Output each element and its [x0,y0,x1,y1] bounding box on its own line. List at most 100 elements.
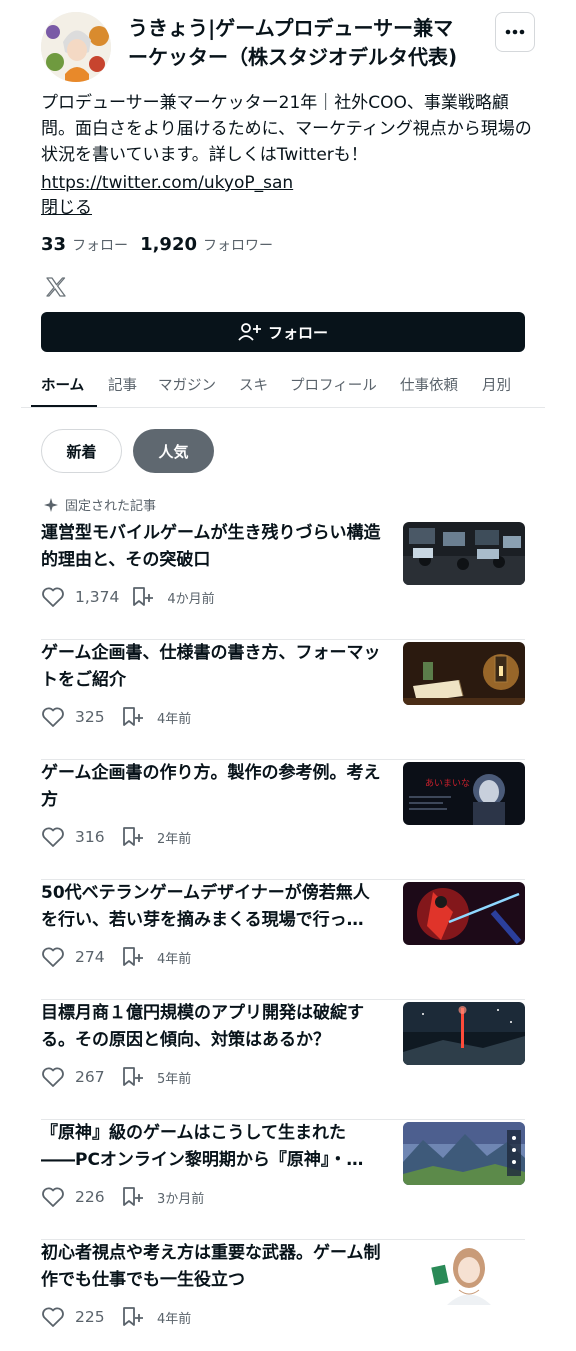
article-thumbnail[interactable] [403,522,525,585]
active-tab-indicator [31,405,97,407]
add-to-magazine-icon [123,1307,143,1326]
svg-text:あいまいな: あいまいな [425,778,470,789]
profile-header: うきょう|ゲームプロデューサー兼マーケッター（株スタジオデルタ代表) [41,12,535,84]
article-title[interactable]: 目標月商１億円規模のアプリ開発は破綻する。その原因と傾向、対策はあるか？ [41,1000,386,1054]
like-button[interactable] [41,706,65,728]
article-meta: 225 4年前 [41,1304,191,1330]
article-card[interactable]: 『原神』級のゲームはこうして生まれた――PCオンライン黎明期から『原神』・… 22… [41,1120,525,1240]
pinned-label-text: 固定された記事 [65,499,157,514]
article-card[interactable]: ゲーム企画書、仕様書の書き方、フォーマットをご紹介 325 4年前 [41,640,525,760]
add-to-magazine-button[interactable] [121,826,145,848]
collapse-bio-link[interactable]: 閉じる [41,195,92,221]
like-count: 225 [75,1308,105,1326]
twitter-link[interactable]: https://twitter.com/ukyoP_san [41,170,293,196]
follow-button[interactable]: フォロー [41,312,525,352]
profile-bio: プロデューサー兼マーケッター21年｜社外COO、事業戦略顧問。面白さをより届ける… [41,93,532,165]
avatar[interactable] [41,12,111,82]
like-button[interactable] [41,826,65,848]
like-button[interactable] [41,946,65,968]
article-meta: 267 5年前 [41,1064,191,1090]
article-date: 4年前 [157,951,192,967]
article-thumbnail[interactable]: あいまいな [403,762,525,825]
profile-name: うきょう|ゲームプロデューサー兼マーケッター（株スタジオデルタ代表) [128,16,458,69]
sparkle-icon [44,497,58,512]
article-card[interactable]: ゲーム企画書の作り方。製作の参考例。考え方 あいまいな 316 2年前 [41,760,525,880]
tab-monthly[interactable]: 月別 [482,374,511,395]
article-meta: 274 4年前 [41,944,191,970]
add-to-magazine-icon [123,707,143,726]
article-title[interactable]: 初心者視点や考え方は重要な武器。ゲーム制作でも仕事でも一生役立つ [41,1240,386,1294]
like-count: 274 [75,948,105,966]
follow-stats: 33 フォロー 1,920 フォロワー [41,234,285,260]
like-button[interactable] [41,1186,65,1208]
add-to-magazine-button[interactable] [121,946,145,968]
tab-home[interactable]: ホーム [41,374,84,395]
add-to-magazine-icon [133,587,154,606]
heart-icon [42,827,64,847]
like-button[interactable] [41,586,65,608]
article-thumbnail[interactable] [403,882,525,945]
like-button[interactable] [41,1066,65,1088]
filter-popular-chip[interactable]: 人気 [133,429,214,473]
article-title[interactable]: ゲーム企画書、仕様書の書き方、フォーマットをご紹介 [41,640,386,694]
article-title[interactable]: 『原神』級のゲームはこうして生まれた――PCオンライン黎明期から『原神』・… [41,1120,386,1174]
article-thumbnail[interactable] [403,642,525,705]
heart-icon [42,1067,64,1087]
heart-icon [42,1307,64,1327]
article-card[interactable]: 運営型モバイルゲームが生き残りづらい構造的理由と、その突破口 1,374 4か月前 [41,520,525,640]
heart-icon [42,587,64,607]
like-count: 226 [75,1188,105,1206]
article-title[interactable]: 50代ベテランゲームデザイナーが傍若無人を行い、若い芽を摘みまくる現場で行っ… [41,880,386,934]
following-label[interactable]: フォロー [72,235,128,255]
tab-work-requests[interactable]: 仕事依頼 [400,374,458,395]
x-icon[interactable] [45,276,67,298]
article-card[interactable]: 初心者視点や考え方は重要な武器。ゲーム制作でも仕事でも一生役立つ 225 4年前 [41,1240,525,1351]
tab-likes[interactable]: スキ [239,374,268,395]
heart-icon [42,1187,64,1207]
followers-count[interactable]: 1,920 [140,234,197,255]
add-to-magazine-button[interactable] [121,706,145,728]
article-card[interactable]: 50代ベテランゲームデザイナーが傍若無人を行い、若い芽を摘みまくる現場で行っ… 2… [41,880,525,1000]
add-to-magazine-button[interactable] [131,586,155,608]
article-date: 4年前 [157,1311,192,1327]
add-to-magazine-button[interactable] [121,1066,145,1088]
add-user-icon [238,323,261,341]
article-thumbnail[interactable] [403,1122,525,1185]
tab-magazines[interactable]: マガジン [158,374,216,395]
add-to-magazine-icon [123,1187,143,1206]
article-title[interactable]: ゲーム企画書の作り方。製作の参考例。考え方 [41,760,386,814]
add-to-magazine-button[interactable] [121,1306,145,1328]
article-date: 2年前 [157,831,192,847]
article-meta: 316 2年前 [41,824,191,850]
follow-button-label: フォロー [267,323,328,342]
article-date: 4年前 [157,711,192,727]
tab-articles[interactable]: 記事 [108,374,137,395]
following-count[interactable]: 33 [41,234,66,255]
profile-tabs: ホーム 記事 マガジン スキ プロフィール 仕事依頼 月別 [21,364,545,408]
article-card[interactable]: 目標月商１億円規模のアプリ開発は破綻する。その原因と傾向、対策はあるか？ 267 5… [41,1000,525,1120]
like-count: 325 [75,708,105,726]
heart-icon [42,947,64,967]
article-thumbnail[interactable] [403,1002,525,1065]
more-dots-icon [505,29,525,35]
article-thumbnail[interactable] [403,1242,525,1305]
article-date: 4か月前 [167,591,215,607]
add-to-magazine-icon [123,947,143,966]
article-meta: 1,374 4か月前 [41,584,215,610]
article-meta: 226 3か月前 [41,1184,204,1210]
add-to-magazine-icon [123,827,143,846]
pinned-label: 固定された記事 [44,495,156,514]
article-date: 5年前 [157,1071,192,1087]
article-meta: 325 4年前 [41,704,191,730]
tab-profile[interactable]: プロフィール [290,374,377,395]
add-to-magazine-button[interactable] [121,1186,145,1208]
article-title[interactable]: 運営型モバイルゲームが生き残りづらい構造的理由と、その突破口 [41,520,386,574]
add-to-magazine-icon [123,1067,143,1086]
like-count: 316 [75,828,105,846]
like-count: 1,374 [75,588,120,606]
more-options-button[interactable] [495,12,535,52]
heart-icon [42,707,64,727]
like-button[interactable] [41,1306,65,1328]
followers-label[interactable]: フォロワー [203,235,273,255]
filter-new-chip[interactable]: 新着 [41,429,122,473]
